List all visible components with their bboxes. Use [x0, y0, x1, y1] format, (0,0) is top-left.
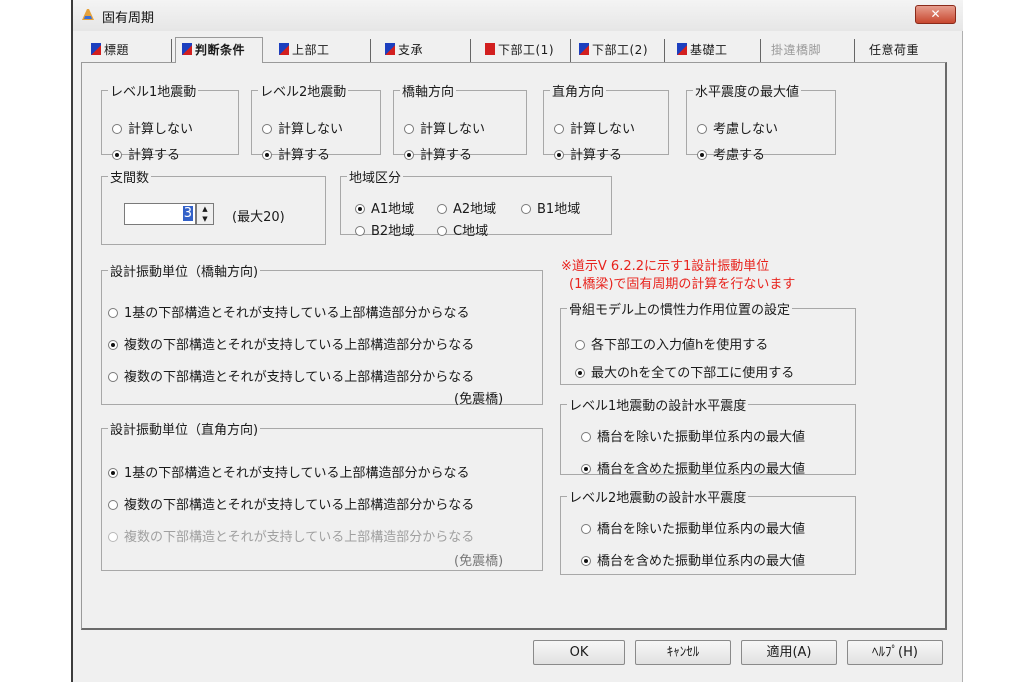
group-level1-design: レベル1地震動の設計水平震度 橋台を除いた振動単位系内の最大値 橋台を含めた振動…: [560, 395, 856, 477]
tab-icon: [485, 43, 495, 55]
tab-icon: [385, 43, 395, 55]
close-button[interactable]: ✕: [915, 5, 956, 24]
group-region: 地域区分 A1地域 A2地域 B1地域 B2地域 C地域: [340, 167, 612, 239]
tab-icon: [279, 43, 289, 55]
group-inertia: 骨組モデル上の慣性力作用位置の設定 各下部工の入力値hを使用する 最大のhを全て…: [560, 299, 856, 385]
perpendicular-calc-radio[interactable]: 計算する: [554, 144, 622, 163]
tab-panel: レベル1地震動 計算しない 計算する レベル2地震動 計算しない 計算する 橋軸…: [81, 62, 947, 630]
vib-perp-isolated-suffix: (免震橋): [454, 554, 504, 569]
group-level1-design-title: レベル1地震動の設計水平震度: [569, 399, 747, 414]
level2-calc-radio[interactable]: 計算する: [262, 144, 330, 163]
level1-no-calc-radio[interactable]: 計算しない: [112, 118, 193, 137]
tab-foundation[interactable]: 基礎工: [671, 39, 761, 62]
group-vib-unit-axis: 設計振動単位（橋軸方向) 1基の下部構造とそれが支持している上部構造部分からなる…: [101, 261, 543, 407]
group-bridge-axis-title: 橋軸方向: [402, 85, 455, 100]
note-line-1: ※道示V 6.2.2に示す1設計振動単位: [561, 259, 770, 274]
inertia-each-radio[interactable]: 各下部工の入力値hを使用する: [575, 334, 768, 353]
vib-axis-multi-radio[interactable]: 複数の下部構造とそれが支持している上部構造部分からなる: [108, 334, 474, 353]
title-bar: 固有周期 ✕: [73, 0, 963, 31]
span-count-stepper[interactable]: ▲ ▼: [196, 203, 214, 225]
span-count-hint: (最大20): [232, 210, 285, 225]
group-level1: レベル1地震動 計算しない 計算する: [101, 81, 239, 163]
region-a2-radio[interactable]: A2地域: [437, 198, 496, 217]
tab-icon: [579, 43, 589, 55]
level2-no-calc-radio[interactable]: 計算しない: [262, 118, 343, 137]
group-level2-design-title: レベル2地震動の設計水平震度: [569, 491, 747, 506]
tab-title[interactable]: 標題: [85, 39, 172, 62]
tab-optional-load[interactable]: 任意荷重: [863, 39, 945, 62]
vib-perp-single-radio[interactable]: 1基の下部構造とそれが支持している上部構造部分からなる: [108, 462, 470, 481]
region-a1-radio[interactable]: A1地域: [355, 198, 414, 217]
group-bridge-axis: 橋軸方向 計算しない 計算する: [393, 81, 527, 163]
group-max-horizontal: 水平震度の最大値 考慮しない 考慮する: [686, 81, 836, 163]
inertia-max-radio[interactable]: 最大のhを全ての下部工に使用する: [575, 362, 794, 381]
group-span-count-title: 支間数: [110, 171, 150, 186]
perpendicular-no-calc-radio[interactable]: 計算しない: [554, 118, 635, 137]
max-horizontal-no-radio[interactable]: 考慮しない: [697, 118, 778, 137]
tab-strip: 標題 判断条件 上部工 支承 下部工(1) 下部工(2) 基礎工 掛違橋脚 任意…: [83, 37, 949, 63]
group-level2-design: レベル2地震動の設計水平震度 橋台を除いた振動単位系内の最大値 橋台を含めた振動…: [560, 487, 856, 575]
tab-icon: [677, 43, 687, 55]
span-count-input[interactable]: 3: [124, 203, 196, 225]
cancel-button[interactable]: ｷｬﾝｾﾙ: [635, 640, 731, 665]
max-horizontal-yes-radio[interactable]: 考慮する: [697, 144, 765, 163]
region-b1-radio[interactable]: B1地域: [521, 198, 580, 217]
dialog-window: 固有周期 ✕ 標題 判断条件 上部工 支承 下部工(1) 下部工(2) 基礎工 …: [73, 0, 963, 682]
tab-icon: [91, 43, 101, 55]
group-level2: レベル2地震動 計算しない 計算する: [251, 81, 381, 163]
vib-perp-isolated-radio[interactable]: 複数の下部構造とそれが支持している上部構造部分からなる: [108, 526, 474, 545]
vib-perp-multi-radio[interactable]: 複数の下部構造とそれが支持している上部構造部分からなる: [108, 494, 474, 513]
region-c-radio[interactable]: C地域: [437, 220, 488, 239]
bridge-axis-calc-radio[interactable]: 計算する: [404, 144, 472, 163]
level1-design-incl-radio[interactable]: 橋台を含めた振動単位系内の最大値: [581, 458, 805, 477]
note-line-2: (1橋梁)で固有周期の計算を行ないます: [569, 277, 796, 292]
ok-button[interactable]: OK: [533, 640, 625, 665]
group-region-title: 地域区分: [349, 171, 402, 186]
vib-axis-isolated-radio[interactable]: 複数の下部構造とそれが支持している上部構造部分からなる: [108, 366, 474, 385]
help-button[interactable]: ﾍﾙﾌﾟ(H): [847, 640, 943, 665]
tab-pier[interactable]: 掛違橋脚: [765, 39, 855, 62]
group-level1-title: レベル1地震動: [110, 85, 197, 100]
group-perpendicular-title: 直角方向: [552, 85, 605, 100]
chevron-down-icon[interactable]: ▼: [197, 214, 213, 224]
apply-button[interactable]: 適用(A): [741, 640, 837, 665]
vib-axis-isolated-suffix: (免震橋): [454, 392, 504, 407]
level2-design-incl-radio[interactable]: 橋台を含めた振動単位系内の最大値: [581, 550, 805, 569]
tab-superstructure[interactable]: 上部工: [273, 39, 371, 62]
level1-calc-radio[interactable]: 計算する: [112, 144, 180, 163]
group-max-horizontal-title: 水平震度の最大値: [695, 85, 800, 100]
tab-icon: [182, 43, 192, 55]
vib-axis-single-radio[interactable]: 1基の下部構造とそれが支持している上部構造部分からなる: [108, 302, 470, 321]
bridge-axis-no-calc-radio[interactable]: 計算しない: [404, 118, 485, 137]
app-icon: [82, 9, 94, 20]
group-perpendicular: 直角方向 計算しない 計算する: [543, 81, 669, 163]
tab-judgment[interactable]: 判断条件: [175, 37, 263, 63]
window-title: 固有周期: [102, 11, 155, 26]
region-b2-radio[interactable]: B2地域: [355, 220, 414, 239]
tab-substructure-1[interactable]: 下部工(1): [479, 39, 571, 62]
group-inertia-title: 骨組モデル上の慣性力作用位置の設定: [569, 303, 791, 318]
level2-design-excl-radio[interactable]: 橋台を除いた振動単位系内の最大値: [581, 518, 805, 537]
chevron-up-icon[interactable]: ▲: [197, 204, 213, 214]
tab-substructure-2[interactable]: 下部工(2): [573, 39, 665, 62]
level1-design-excl-radio[interactable]: 橋台を除いた振動単位系内の最大値: [581, 426, 805, 445]
group-vib-unit-perp: 設計振動単位（直角方向) 1基の下部構造とそれが支持している上部構造部分からなる…: [101, 419, 543, 571]
group-vib-unit-axis-title: 設計振動単位（橋軸方向): [110, 265, 259, 280]
group-vib-unit-perp-title: 設計振動単位（直角方向): [110, 423, 259, 438]
group-level2-title: レベル2地震動: [260, 85, 347, 100]
tab-bearing[interactable]: 支承: [379, 39, 471, 62]
